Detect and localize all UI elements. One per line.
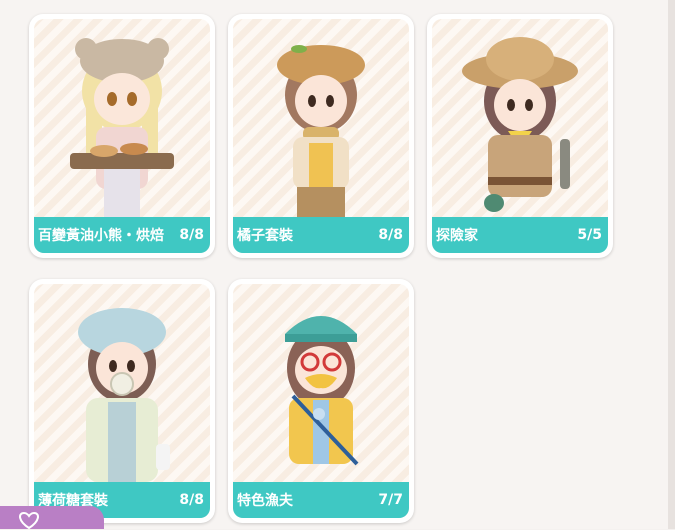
outfit-name: 特色漁夫 [237, 493, 293, 509]
outfit-label-bar: 特色漁夫 7/7 [233, 482, 409, 518]
fisherman-figure [285, 316, 359, 466]
scrollbar-track[interactable] [668, 0, 675, 529]
outfit-count: 7/7 [378, 492, 403, 508]
outfit-label-bar: 橘子套裝 8/8 [233, 217, 409, 253]
heart-outline-icon [19, 511, 39, 530]
outfit-card-fisherman[interactable]: 特色漁夫 7/7 [228, 279, 414, 523]
outfit-card-bear-baker[interactable]: 百變黃油小熊・烘焙 8/8 [29, 14, 215, 258]
outfit-card-image-area: 薄荷糖套裝 8/8 [34, 284, 210, 518]
outfit-name: 橘子套裝 [237, 228, 293, 244]
outfit-count: 5/5 [577, 227, 602, 243]
outfit-card-mint-candy[interactable]: 薄荷糖套裝 8/8 [29, 279, 215, 523]
outfit-count: 8/8 [179, 227, 204, 243]
mint-candy-figure [78, 308, 170, 482]
outfit-name: 百變黃油小熊・烘焙 [38, 228, 164, 244]
outfit-card-explorer[interactable]: 探險家 5/5 [427, 14, 613, 258]
outfit-card-image-area: 橘子套裝 8/8 [233, 19, 409, 253]
outfit-count: 8/8 [378, 227, 403, 243]
corner-badge[interactable] [0, 506, 104, 530]
bear-baker-figure [70, 38, 174, 217]
outfit-card-image-area: 百變黃油小熊・烘焙 8/8 [34, 19, 210, 253]
explorer-figure [462, 37, 578, 212]
outfit-label-bar: 百變黃油小熊・烘焙 8/8 [34, 217, 210, 253]
outfit-name: 探險家 [436, 228, 478, 244]
outfit-label-bar: 探險家 5/5 [432, 217, 608, 253]
outfit-card-image-area: 探險家 5/5 [432, 19, 608, 253]
orange-outfit-figure [277, 45, 365, 217]
outfit-card-image-area: 特色漁夫 7/7 [233, 284, 409, 518]
outfit-count: 8/8 [179, 492, 204, 508]
outfit-card-orange[interactable]: 橘子套裝 8/8 [228, 14, 414, 258]
